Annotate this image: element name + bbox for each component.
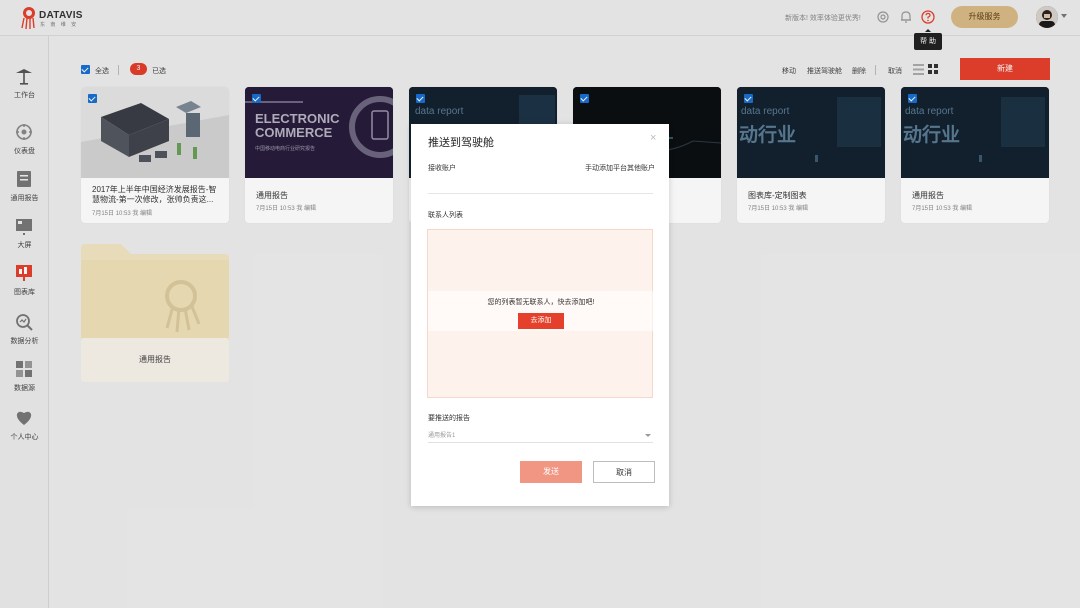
add-contact-button[interactable]: 去添加	[518, 313, 564, 329]
report-select[interactable]: 通用报告1	[428, 429, 653, 443]
chevron-down-icon	[645, 434, 651, 440]
close-icon[interactable]: ×	[650, 132, 656, 144]
send-button[interactable]: 发送	[520, 461, 582, 483]
contacts-list-box: 您的列表暂无联系人，快去添加吧! 去添加	[427, 229, 654, 398]
add-account-link[interactable]: 手动添加平台其他账户	[585, 163, 655, 173]
divider	[428, 193, 653, 194]
cancel-button[interactable]: 取消	[593, 461, 655, 483]
receive-account-label: 接收账户	[428, 165, 456, 172]
report-select-value: 通用报告1	[428, 433, 456, 439]
report-label: 要推送的报告	[428, 415, 470, 422]
dialog-title: 推送到驾驶舱	[428, 137, 494, 149]
push-to-cockpit-dialog: 推送到驾驶舱 × 接收账户 手动添加平台其他账户 联系人列表 您的列表暂无联系人…	[411, 124, 669, 506]
contacts-list-label: 联系人列表	[428, 212, 463, 219]
empty-contacts-message: 您的列表暂无联系人，快去添加吧!	[487, 299, 595, 306]
